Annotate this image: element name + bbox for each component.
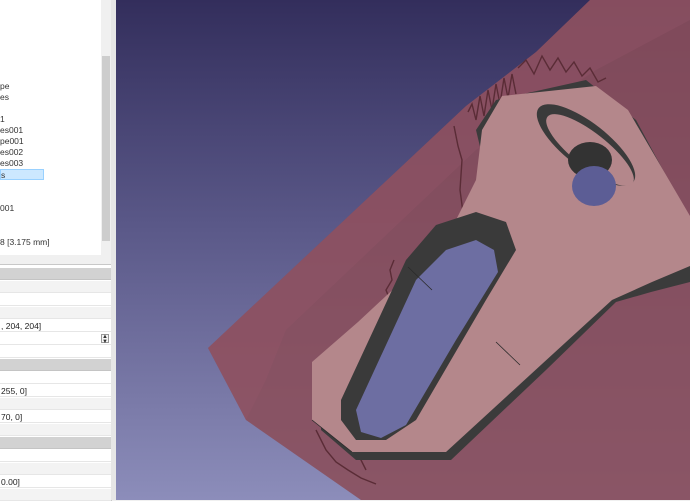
tree-item-label: es002 (0, 147, 24, 157)
property-row[interactable] (0, 398, 111, 410)
tree-item-label: 1 (0, 114, 5, 124)
property-row[interactable]: 255, 0] (0, 385, 111, 397)
property-value: , 204, 204] (1, 321, 42, 331)
tree-item[interactable]: es002 (0, 147, 23, 158)
property-row[interactable] (0, 281, 111, 293)
property-row[interactable]: 70, 0] (0, 411, 111, 423)
property-row[interactable] (0, 346, 111, 358)
3d-scene[interactable] (116, 0, 690, 500)
tree-item-label: pe001 (0, 136, 24, 146)
property-row[interactable] (0, 450, 111, 462)
property-row[interactable] (0, 294, 111, 306)
tree-item-label: es001 (0, 125, 24, 135)
tree-item[interactable]: pe (0, 81, 9, 92)
tree-item[interactable]: es001 (0, 125, 23, 136)
tree-item-label: es (0, 92, 9, 102)
tree-item[interactable]: es (0, 92, 9, 103)
property-value: 255, 0] (1, 386, 27, 396)
tree-item-selected[interactable]: s (0, 169, 44, 180)
property-group-header[interactable] (0, 359, 111, 371)
property-editor[interactable]: , 204, 204] ▲ ▼ 255, 0] 70, 0] 0.00] (0, 264, 112, 501)
property-row[interactable]: 0.00] (0, 476, 111, 488)
tree-item[interactable]: 8 [3.175 mm] (0, 237, 50, 248)
property-row[interactable]: , 204, 204] (0, 320, 111, 332)
property-group-header[interactable] (0, 268, 111, 280)
property-row[interactable] (0, 307, 111, 319)
property-row[interactable] (0, 489, 111, 501)
property-row[interactable] (0, 463, 111, 475)
tree-item-label: pe (0, 81, 10, 91)
property-row[interactable]: ▲ ▼ (0, 333, 111, 345)
tree-item-label: s (1, 170, 6, 180)
left-panel: pe es 1 es001 pe001 es002 es003 s 001 8 … (0, 0, 116, 501)
spin-down-icon[interactable]: ▼ (102, 339, 108, 344)
3d-view[interactable] (116, 0, 690, 500)
tree-item[interactable]: 001 (0, 203, 14, 214)
tree-item-label: 001 (0, 203, 15, 213)
tree-scrollbar[interactable] (101, 0, 111, 255)
property-row[interactable] (0, 424, 111, 436)
tree-item[interactable]: 1 (0, 114, 5, 125)
property-row[interactable] (0, 372, 111, 384)
property-value: 70, 0] (1, 412, 23, 422)
model-tree[interactable]: pe es 1 es001 pe001 es002 es003 s 001 8 … (0, 0, 112, 255)
tree-scrollbar-thumb[interactable] (102, 56, 110, 241)
round-hole (572, 166, 616, 206)
tree-item[interactable]: es003 (0, 158, 23, 169)
tree-item-label: 8 [3.175 mm] (0, 237, 50, 247)
property-value: 0.00] (1, 477, 20, 487)
tree-item[interactable]: pe001 (0, 136, 24, 147)
spin-box-arrows[interactable]: ▲ ▼ (101, 334, 109, 344)
property-group-header[interactable] (0, 437, 111, 449)
tree-item-label: es003 (0, 158, 24, 168)
